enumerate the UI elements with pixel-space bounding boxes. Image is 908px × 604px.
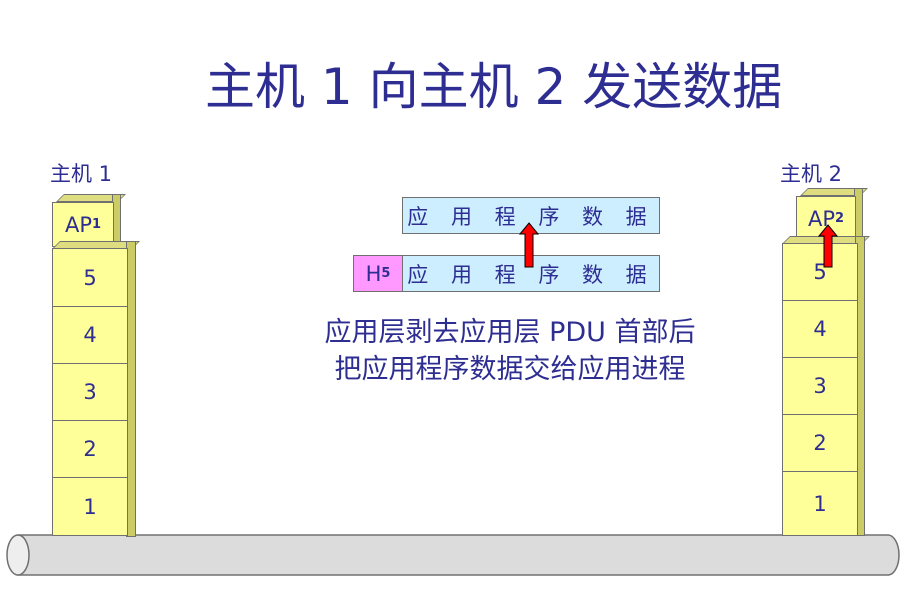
host1-layer-4: 4 — [52, 306, 128, 364]
host2-label: 主机 2 — [780, 162, 843, 186]
host2-layer-1: 1 — [782, 471, 858, 536]
pdu-up-arrow-icon — [519, 222, 539, 268]
network-cable — [6, 534, 900, 576]
host2-up-arrow-icon — [818, 224, 838, 268]
host1-layer-2: 2 — [52, 420, 128, 478]
host1-layer-5: 5 — [52, 248, 128, 307]
host1-ap-sub: 1 — [91, 217, 102, 232]
header-sub: 5 — [381, 266, 391, 281]
host2-layer-4: 4 — [782, 300, 858, 358]
header-text: H — [365, 261, 382, 286]
host2-layer-2: 2 — [782, 414, 858, 472]
page-title: 主机 1 向主机 2 发送数据 — [205, 58, 783, 116]
host1-label: 主机 1 — [50, 162, 113, 186]
caption-line-2: 把应用程序数据交给应用进程 — [334, 354, 686, 385]
pdu-header-h5: H5 — [353, 255, 403, 292]
caption-line-1: 应用层剥去应用层 PDU 首部后 — [324, 317, 696, 348]
host1-ap-text: AP — [64, 212, 92, 237]
host2-layer-3: 3 — [782, 357, 858, 415]
host1-layer-3: 3 — [52, 363, 128, 421]
host1-layer-1: 1 — [52, 477, 128, 536]
